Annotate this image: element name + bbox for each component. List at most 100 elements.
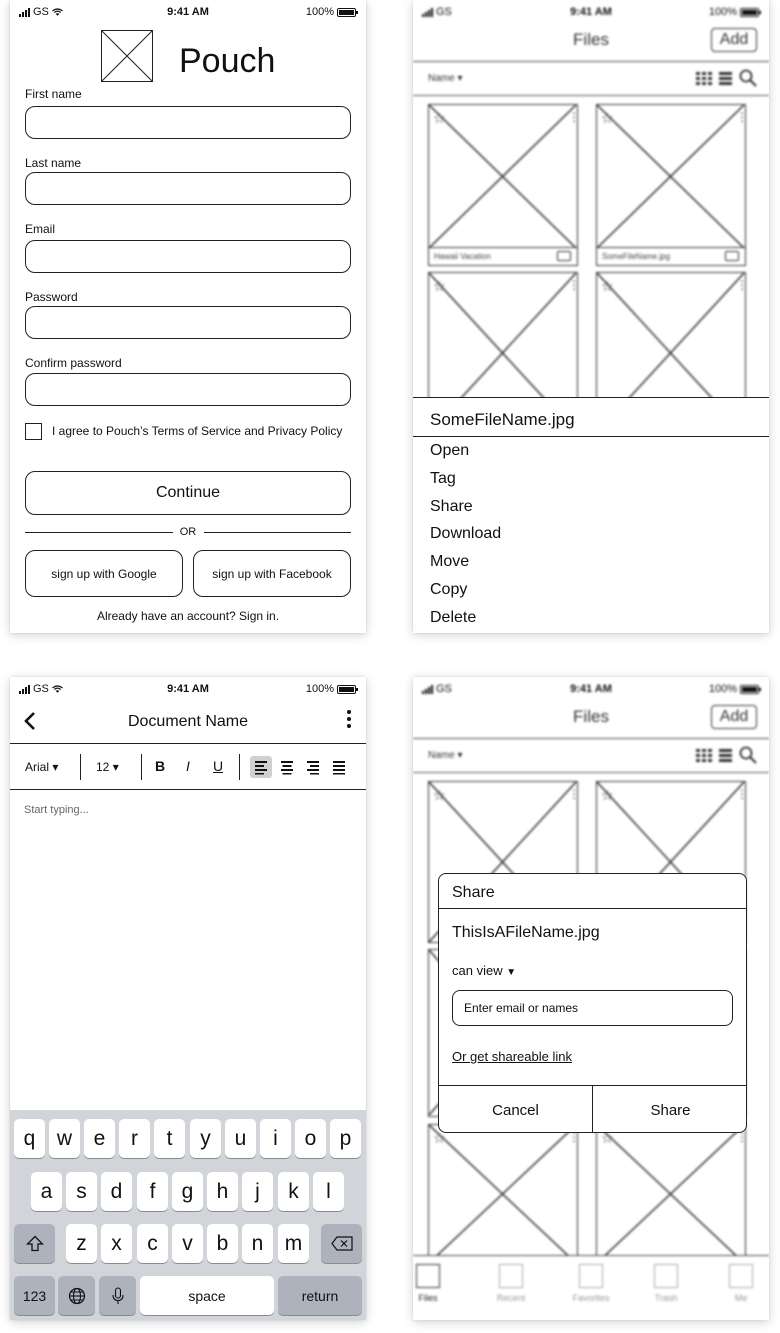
underline-button[interactable]: U bbox=[213, 758, 223, 774]
key[interactable]: h bbox=[207, 1172, 238, 1211]
font-size-dropdown[interactable]: 12 ▾ bbox=[96, 760, 119, 774]
key[interactable]: i bbox=[260, 1119, 291, 1158]
image-placeholder-icon bbox=[499, 1264, 523, 1288]
key[interactable]: z bbox=[66, 1224, 97, 1263]
key[interactable]: v bbox=[172, 1224, 203, 1263]
backspace-key[interactable] bbox=[321, 1224, 362, 1263]
file-tile[interactable]: ☆ ⋮ SomeFileName.jpg bbox=[596, 104, 746, 266]
microphone-icon bbox=[111, 1286, 124, 1304]
key[interactable]: b bbox=[207, 1224, 238, 1263]
key[interactable]: s bbox=[66, 1172, 97, 1211]
font-dropdown[interactable]: Arial ▾ bbox=[25, 760, 58, 774]
key[interactable]: l bbox=[313, 1172, 344, 1211]
search-icon[interactable] bbox=[739, 69, 757, 87]
add-button[interactable]: Add bbox=[711, 28, 757, 52]
battery-icon bbox=[740, 7, 761, 17]
key[interactable]: f bbox=[137, 1172, 168, 1211]
email-field[interactable] bbox=[25, 240, 351, 273]
bottom-tab-bar: Files Recent Favorites Trash Me bbox=[413, 1255, 769, 1320]
sign-in-link[interactable]: Already have an account? Sign in. bbox=[10, 609, 366, 623]
key[interactable]: w bbox=[49, 1119, 80, 1158]
files-header: Files Add bbox=[413, 697, 769, 739]
bold-button[interactable]: B bbox=[155, 758, 165, 774]
key[interactable]: n bbox=[242, 1224, 273, 1263]
add-button[interactable]: Add bbox=[711, 705, 757, 729]
cancel-button[interactable]: Cancel bbox=[439, 1086, 593, 1132]
key[interactable]: g bbox=[172, 1172, 203, 1211]
key[interactable]: r bbox=[119, 1119, 150, 1158]
globe-icon bbox=[68, 1287, 85, 1304]
action-tag[interactable]: Tag bbox=[430, 470, 456, 488]
dictation-key[interactable] bbox=[99, 1276, 136, 1315]
google-signup-button[interactable]: sign up with Google bbox=[25, 550, 183, 597]
battery-percent: 100% bbox=[305, 683, 334, 695]
key[interactable]: t bbox=[154, 1119, 185, 1158]
svg-text:☆: ☆ bbox=[433, 278, 446, 294]
grid-view-icon[interactable] bbox=[696, 71, 712, 85]
sort-dropdown[interactable]: Name ▾ bbox=[428, 73, 462, 84]
last-name-field[interactable] bbox=[25, 172, 351, 205]
shift-key[interactable] bbox=[14, 1224, 55, 1263]
more-options-icon[interactable] bbox=[346, 710, 352, 731]
tab-files[interactable]: Files bbox=[413, 1264, 458, 1303]
key[interactable]: m bbox=[278, 1224, 309, 1263]
file-tile[interactable]: ☆ ⋮ Hawaii Vacation bbox=[428, 104, 578, 266]
action-delete[interactable]: Delete bbox=[430, 609, 476, 627]
align-center-icon[interactable] bbox=[276, 756, 298, 778]
confirm-password-field[interactable] bbox=[25, 373, 351, 406]
key[interactable]: j bbox=[242, 1172, 273, 1211]
list-view-icon[interactable] bbox=[719, 748, 732, 762]
document-body-input[interactable]: Start typing... bbox=[24, 804, 89, 816]
share-button[interactable]: Share bbox=[593, 1086, 746, 1132]
first-name-field[interactable] bbox=[25, 106, 351, 139]
key[interactable]: c bbox=[137, 1224, 168, 1263]
space-key[interactable]: space bbox=[140, 1276, 274, 1315]
key[interactable]: e bbox=[84, 1119, 115, 1158]
svg-text:⋮: ⋮ bbox=[568, 110, 576, 124]
file-tile[interactable]: ☆ ⋮ bbox=[596, 1124, 746, 1264]
key[interactable]: a bbox=[31, 1172, 62, 1211]
key[interactable]: u bbox=[225, 1119, 256, 1158]
search-icon[interactable] bbox=[739, 746, 757, 764]
action-open[interactable]: Open bbox=[430, 442, 469, 460]
grid-view-icon[interactable] bbox=[696, 748, 712, 762]
numbers-key[interactable]: 123 bbox=[14, 1276, 55, 1315]
action-share[interactable]: Share bbox=[430, 498, 473, 516]
key[interactable]: x bbox=[101, 1224, 132, 1263]
terms-checkbox[interactable] bbox=[25, 423, 42, 440]
svg-text:⋮: ⋮ bbox=[736, 110, 744, 124]
facebook-signup-button[interactable]: sign up with Facebook bbox=[193, 550, 351, 597]
dialog-actions: Cancel Share bbox=[439, 1085, 746, 1132]
list-view-icon[interactable] bbox=[719, 71, 732, 85]
italic-button[interactable]: I bbox=[186, 758, 190, 774]
tab-me[interactable]: Me bbox=[711, 1264, 769, 1303]
continue-button[interactable]: Continue bbox=[25, 471, 351, 515]
tab-favorites[interactable]: Favorites bbox=[561, 1264, 621, 1303]
file-tile[interactable]: ☆ ⋮ bbox=[428, 1124, 578, 1264]
tab-trash[interactable]: Trash bbox=[636, 1264, 696, 1303]
action-download[interactable]: Download bbox=[430, 525, 501, 543]
key[interactable]: p bbox=[330, 1119, 361, 1158]
status-bar: GS 9:41 AM 100% bbox=[10, 0, 366, 22]
permission-dropdown[interactable]: can view ▼ bbox=[452, 963, 516, 978]
align-left-icon[interactable] bbox=[250, 756, 272, 778]
key[interactable]: o bbox=[295, 1119, 326, 1158]
shareable-link[interactable]: Or get shareable link bbox=[452, 1049, 572, 1064]
key[interactable]: d bbox=[101, 1172, 132, 1211]
status-bar: GS 9:41 AM 100% bbox=[413, 0, 769, 22]
align-right-icon[interactable] bbox=[302, 756, 324, 778]
globe-key[interactable] bbox=[58, 1276, 95, 1315]
tab-recent[interactable]: Recent bbox=[481, 1264, 541, 1303]
status-bar: GS 9:41 AM 100% bbox=[10, 677, 366, 699]
sort-dropdown[interactable]: Name ▾ bbox=[428, 750, 462, 761]
align-justify-icon[interactable] bbox=[328, 756, 350, 778]
key[interactable]: q bbox=[14, 1119, 45, 1158]
return-key[interactable]: return bbox=[278, 1276, 362, 1315]
key[interactable]: k bbox=[278, 1172, 309, 1211]
key[interactable]: y bbox=[190, 1119, 221, 1158]
recipients-input[interactable]: Enter email or names bbox=[452, 990, 733, 1026]
action-move[interactable]: Move bbox=[430, 553, 469, 571]
action-copy[interactable]: Copy bbox=[430, 581, 467, 599]
shift-arrow-icon bbox=[25, 1235, 44, 1252]
password-field[interactable] bbox=[25, 306, 351, 339]
